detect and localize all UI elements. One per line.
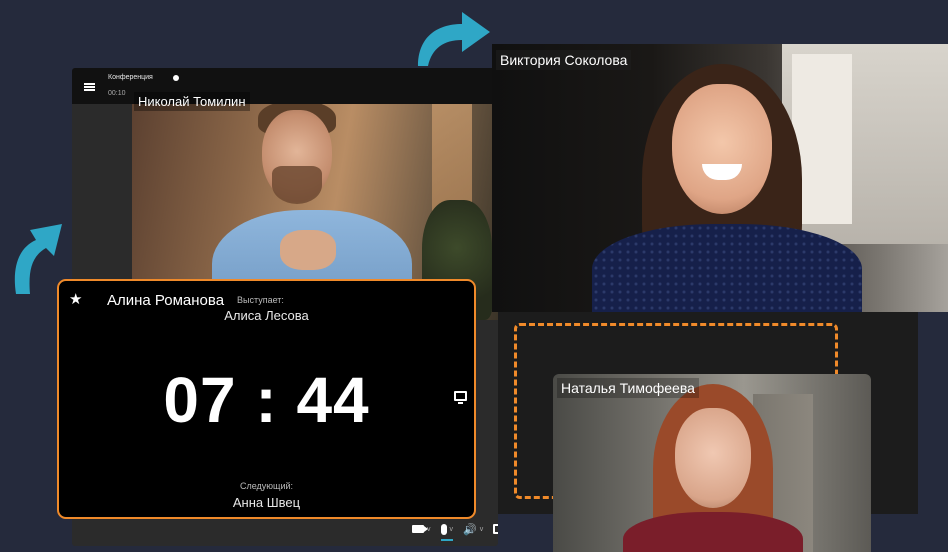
person-hands — [280, 230, 336, 270]
participant-name-nikolay: Николай Томилин — [134, 92, 250, 111]
participant-name-victoria: Виктория Соколова — [496, 50, 632, 70]
person-face — [672, 84, 772, 214]
next-speaker-name: Анна Швец — [232, 495, 301, 510]
call-toolbar: v v 🔊 v ··· — [412, 518, 498, 540]
video-tile-victoria[interactable]: Виктория Соколова — [492, 44, 948, 312]
microphone-icon[interactable] — [440, 523, 447, 535]
chevron-down-icon[interactable]: v — [480, 526, 484, 533]
speaker-timer-window[interactable]: ★ Алина Романова Выступает: Алиса Лесова… — [57, 279, 476, 519]
timer-countdown: 07 : 44 — [163, 364, 370, 436]
video-tile-natalia[interactable]: Наталья Тимофеева — [553, 374, 871, 552]
person-sweater — [623, 512, 803, 552]
speaking-name: Алиса Лесова — [224, 308, 309, 323]
microphone-active-indicator — [441, 539, 453, 541]
curved-arrow-icon — [418, 12, 490, 66]
participant-name-natalia: Наталья Тимофеева — [557, 378, 699, 398]
speaker-icon[interactable]: 🔊 — [463, 523, 477, 536]
person-top — [592, 224, 862, 312]
screen-icon[interactable] — [454, 391, 467, 404]
recording-icon — [173, 75, 179, 81]
person-beard — [272, 166, 322, 204]
star-icon[interactable]: ★ — [69, 290, 82, 308]
speaking-label: Выступает: — [237, 295, 284, 305]
next-speaker-label: Следующий: — [239, 481, 294, 491]
conference-title: Конференция — [108, 74, 153, 81]
menu-icon[interactable] — [84, 83, 95, 91]
timer-owner-name: Алина Романова — [107, 292, 225, 309]
camera-icon[interactable] — [412, 525, 428, 533]
chevron-down-icon[interactable]: v — [450, 526, 454, 533]
conference-time: 00:10 — [108, 90, 126, 97]
person-face — [675, 408, 751, 508]
screen-share-icon[interactable] — [493, 524, 498, 534]
